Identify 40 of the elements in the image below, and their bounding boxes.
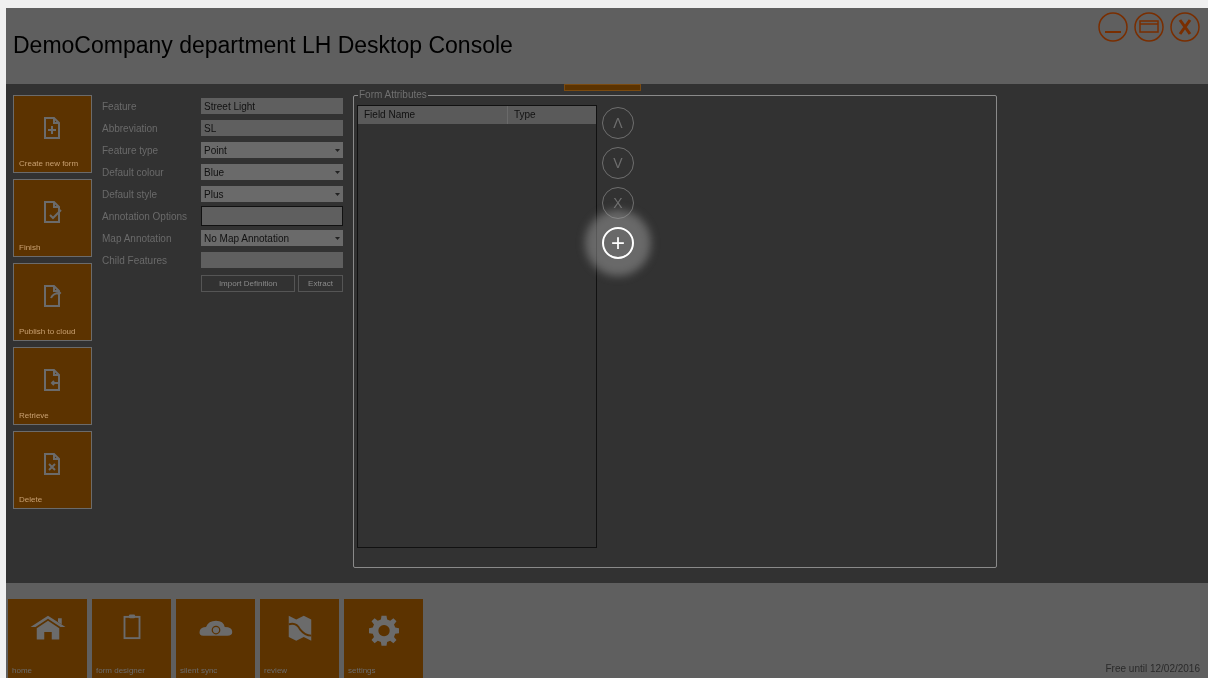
dropdown-arrow-icon bbox=[335, 170, 340, 174]
document-arrow-icon bbox=[41, 284, 63, 308]
nav-tile[interactable]: form designer bbox=[92, 599, 171, 678]
dropdown-field[interactable]: Blue bbox=[201, 164, 343, 180]
field-label: Feature bbox=[102, 99, 138, 114]
document-check-icon bbox=[41, 200, 63, 224]
form-button[interactable]: Import Definition bbox=[201, 275, 295, 292]
dropdown-arrow-icon bbox=[335, 236, 340, 240]
nav-tile[interactable]: settings bbox=[344, 599, 423, 678]
side-tile[interactable]: Publish to cloud bbox=[13, 263, 92, 341]
column-header[interactable]: Field Name bbox=[358, 106, 508, 124]
dropdown-field[interactable]: No Map Annotation bbox=[201, 230, 343, 246]
dropdown-arrow-icon bbox=[335, 192, 340, 196]
nav-tile[interactable]: home bbox=[8, 599, 87, 678]
document-return-icon bbox=[41, 368, 63, 392]
dropdown-field[interactable]: Plus bbox=[201, 186, 343, 202]
input-field[interactable]: Street Light bbox=[201, 98, 343, 114]
nav-tile[interactable]: review bbox=[260, 599, 339, 678]
window-title: DemoCompany department LH Desktop Console bbox=[13, 31, 513, 60]
field-label: Map Annotation bbox=[102, 231, 173, 246]
side-tile[interactable]: Delete bbox=[13, 431, 92, 509]
side-tile[interactable]: Finish bbox=[13, 179, 92, 257]
maximize-icon[interactable] bbox=[1134, 12, 1164, 42]
tab-marker[interactable] bbox=[564, 84, 641, 91]
column-header[interactable]: Type bbox=[508, 106, 596, 124]
side-tile[interactable]: Retrieve bbox=[13, 347, 92, 425]
minimize-icon[interactable] bbox=[1098, 12, 1128, 42]
side-tile[interactable]: Create new form bbox=[13, 95, 92, 173]
document-plus-icon bbox=[41, 116, 63, 140]
input-field[interactable]: SL bbox=[201, 120, 343, 136]
input-field[interactable] bbox=[201, 206, 343, 226]
dropdown-arrow-icon bbox=[335, 148, 340, 152]
input-field[interactable] bbox=[201, 252, 343, 268]
form-button[interactable]: Extract bbox=[298, 275, 343, 292]
round-action-button[interactable]: + bbox=[602, 227, 634, 259]
field-label: Abbreviation bbox=[102, 121, 159, 136]
document-x-icon bbox=[41, 452, 63, 476]
close-icon[interactable] bbox=[1170, 12, 1200, 42]
dropdown-field[interactable]: Point bbox=[201, 142, 343, 158]
nav-tile[interactable]: silent sync bbox=[176, 599, 255, 678]
